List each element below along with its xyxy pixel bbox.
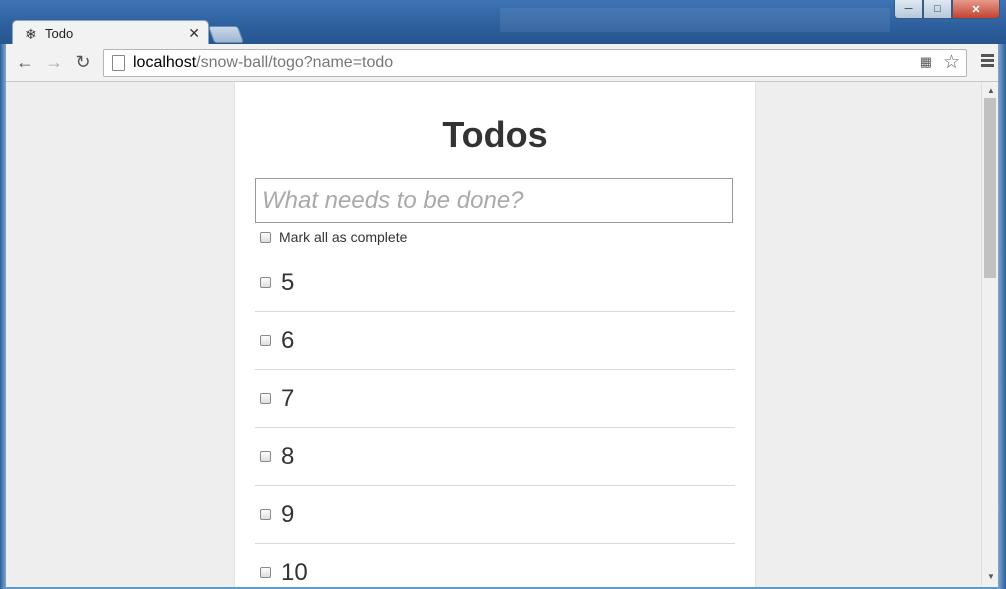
- maximize-button[interactable]: □: [923, 0, 952, 19]
- page-icon: [112, 55, 125, 71]
- page-title: Todos: [442, 114, 548, 155]
- todo-label[interactable]: 9: [281, 501, 294, 529]
- todo-checkbox[interactable]: [260, 509, 271, 520]
- menu-icon[interactable]: [981, 54, 994, 69]
- todo-label[interactable]: 10: [281, 559, 308, 587]
- browser-window: ─ □ ✕ ❄ Todo ✕ ← → ↻ localhost/snow-ball…: [0, 0, 1006, 589]
- new-tab-button[interactable]: [207, 26, 245, 43]
- todo-checkbox[interactable]: [260, 451, 271, 462]
- todo-label[interactable]: 8: [281, 443, 294, 471]
- todo-checkbox[interactable]: [260, 567, 271, 578]
- translate-icon[interactable]: ▦: [920, 54, 932, 70]
- vertical-scrollbar[interactable]: ▲ ▼: [981, 82, 999, 587]
- todo-checkbox[interactable]: [260, 277, 271, 288]
- scroll-down-icon[interactable]: ▼: [987, 572, 995, 581]
- url-text: localhost/snow-ball/togo?name=todo: [133, 54, 393, 72]
- forward-icon[interactable]: →: [43, 52, 65, 72]
- todo-app: Todos Mark all as complete 5 6 7 8 9 10: [235, 82, 755, 587]
- todo-item: 10: [255, 544, 735, 587]
- address-bar[interactable]: localhost/snow-ball/togo?name=todo ▦ ☆: [103, 49, 967, 77]
- window-frame-right: [998, 44, 1006, 589]
- todo-checkbox[interactable]: [260, 335, 271, 346]
- page-viewport: Todos Mark all as complete 5 6 7 8 9 10: [6, 82, 981, 587]
- browser-toolbar: ← → ↻ localhost/snow-ball/togo?name=todo…: [0, 44, 1006, 82]
- mark-all-toggle[interactable]: Mark all as complete: [260, 229, 407, 245]
- todo-label[interactable]: 7: [281, 385, 294, 413]
- snowflake-icon: ❄: [25, 25, 37, 42]
- scrollbar-thumb[interactable]: [984, 98, 996, 278]
- mark-all-label: Mark all as complete: [279, 229, 408, 245]
- url-host: localhost: [133, 54, 197, 71]
- todo-label[interactable]: 5: [281, 269, 294, 297]
- todo-item: 9: [255, 486, 735, 544]
- title-bar-background: [500, 8, 890, 32]
- todo-label[interactable]: 6: [281, 327, 294, 355]
- close-window-button[interactable]: ✕: [952, 0, 1000, 19]
- bookmark-star-icon[interactable]: ☆: [943, 51, 960, 74]
- back-icon[interactable]: ←: [14, 52, 36, 72]
- minimize-button[interactable]: ─: [894, 0, 923, 19]
- close-tab-icon[interactable]: ✕: [188, 25, 200, 42]
- mark-all-checkbox[interactable]: [260, 231, 271, 243]
- url-path: /snow-ball/togo?name=todo: [196, 54, 394, 71]
- browser-tab[interactable]: ❄ Todo ✕: [12, 20, 209, 46]
- reload-icon[interactable]: ↻: [72, 52, 94, 72]
- todo-checkbox[interactable]: [260, 393, 271, 404]
- new-todo-input[interactable]: [255, 178, 733, 223]
- scroll-up-icon[interactable]: ▲: [987, 86, 995, 95]
- todo-item: 8: [255, 428, 735, 486]
- tab-title: Todo: [45, 26, 74, 41]
- todo-item: 7: [255, 370, 735, 428]
- todo-item: 5: [255, 254, 735, 312]
- window-controls: ─ □ ✕: [894, 0, 1000, 19]
- todo-item: 6: [255, 312, 735, 370]
- todo-list: 5 6 7 8 9 10: [255, 254, 735, 587]
